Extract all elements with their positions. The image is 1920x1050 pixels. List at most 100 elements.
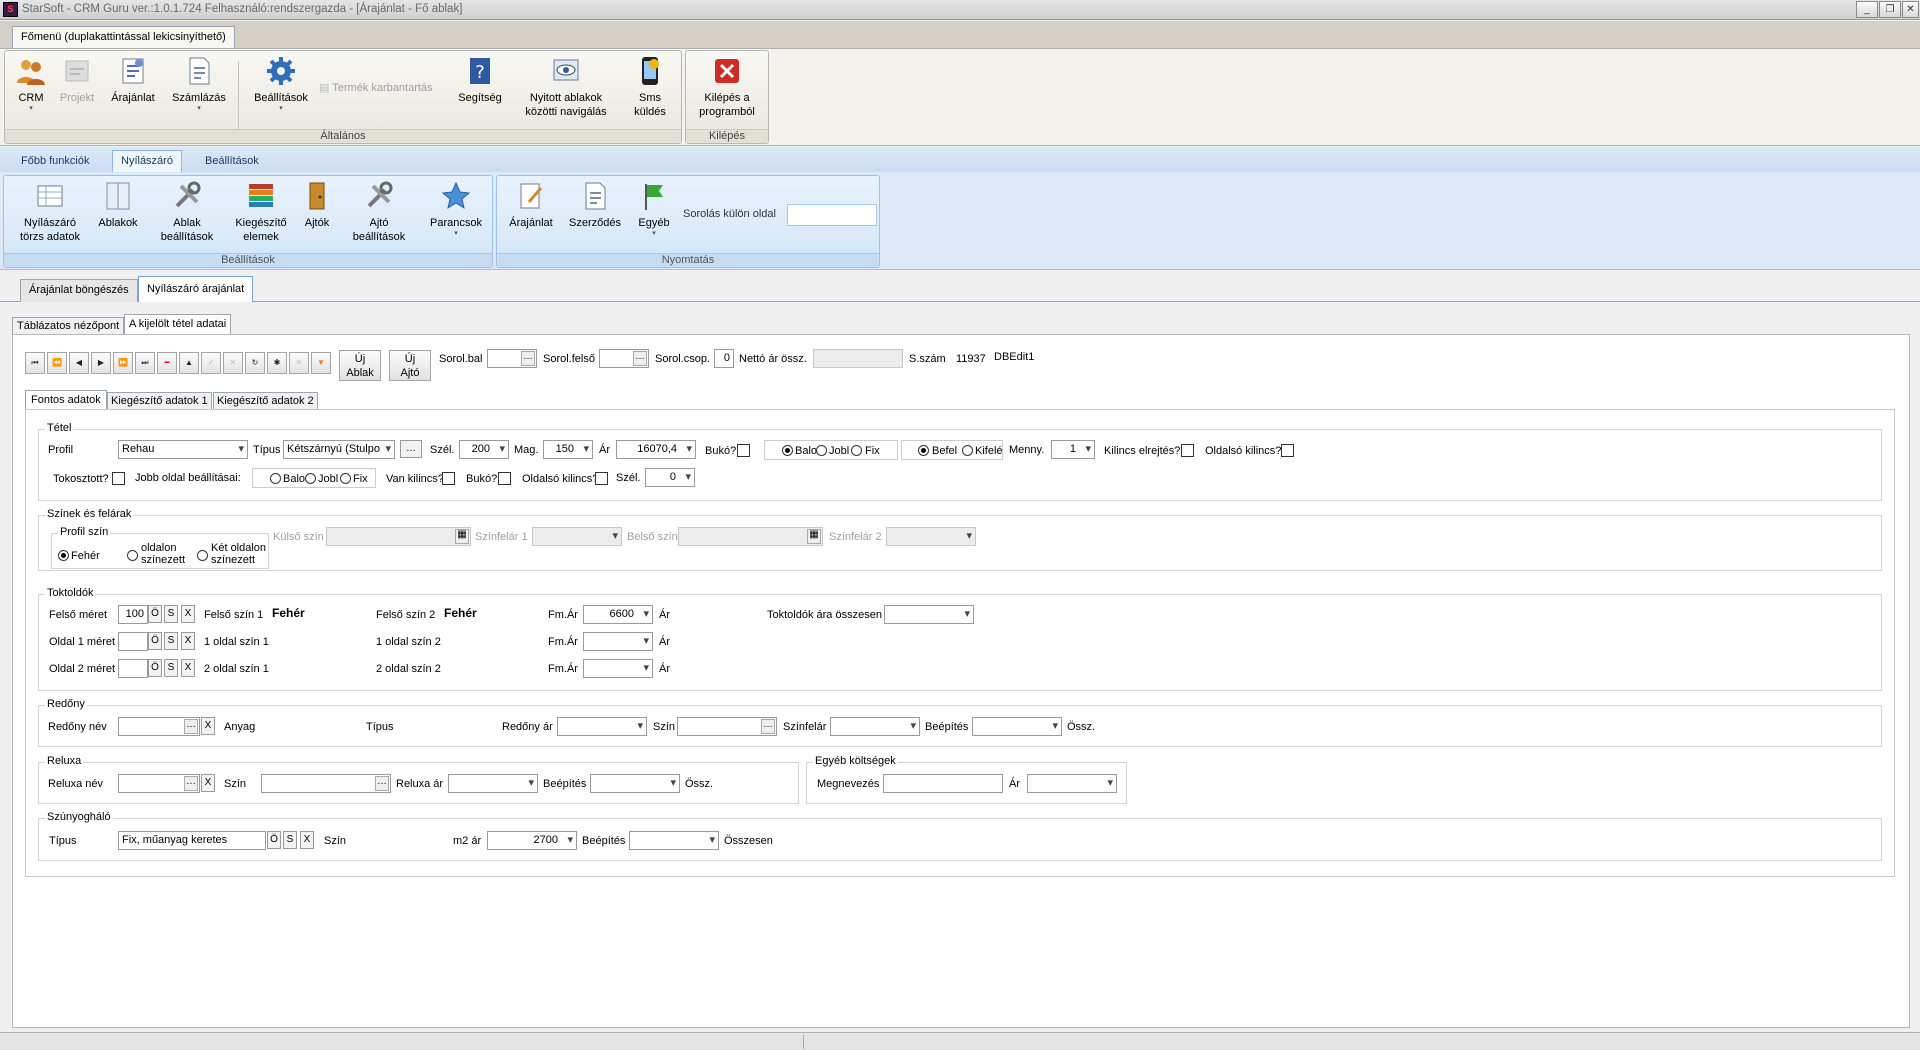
ellipsis-icon[interactable]: … bbox=[633, 351, 647, 366]
sorol-bal-input[interactable]: … bbox=[487, 349, 537, 368]
apply-all-icon[interactable]: ✳ bbox=[289, 352, 309, 374]
print-arajanlat-button[interactable]: Árajánlat bbox=[503, 180, 559, 230]
jobb2-radio[interactable] bbox=[305, 473, 316, 484]
szunyog-tipus-input[interactable]: Fix, műanyag keretes bbox=[118, 831, 266, 850]
next-icon[interactable]: ▶ bbox=[91, 352, 111, 374]
cancel-icon[interactable]: ✕ bbox=[223, 352, 243, 374]
toktoldok-osszesen-select[interactable] bbox=[884, 605, 974, 624]
ellipsis-icon[interactable]: … bbox=[184, 719, 198, 734]
felso-fmar-select[interactable]: 6600 bbox=[583, 605, 653, 624]
filter-icon[interactable]: ▼ bbox=[311, 352, 331, 374]
tab-main-functions[interactable]: Főbb funkciók bbox=[12, 150, 98, 172]
fix-radio[interactable] bbox=[851, 445, 862, 456]
oldal1-s-button[interactable]: S bbox=[164, 632, 178, 650]
ar-select[interactable]: 16070,4 bbox=[616, 440, 696, 459]
ket-oldalon-radio[interactable] bbox=[197, 550, 208, 561]
prior-page-icon[interactable]: ⏪ bbox=[47, 352, 67, 374]
kilincs-elrejtes-checkbox[interactable] bbox=[1181, 444, 1194, 457]
szunyog-x-button[interactable]: X bbox=[300, 831, 314, 849]
prior-icon[interactable]: ◀ bbox=[69, 352, 89, 374]
feher-radio[interactable] bbox=[58, 550, 69, 561]
oldal1-x-button[interactable]: X bbox=[181, 632, 195, 650]
tab-quote-browse[interactable]: Árajánlat böngészés bbox=[20, 279, 138, 302]
reluxa-beepites-select[interactable] bbox=[590, 774, 680, 793]
kiegeszito-elemek-button[interactable]: Kiegészítő elemek bbox=[230, 180, 292, 244]
tab-table-view[interactable]: Táblázatos nézőpont bbox=[12, 317, 125, 335]
oldal2-o-button[interactable]: Ö bbox=[148, 659, 162, 677]
jobb-radio[interactable] bbox=[816, 445, 827, 456]
refresh-icon[interactable]: ↻ bbox=[245, 352, 265, 374]
nyilaszaro-torzs-button[interactable]: Nyílászáró törzs adatok bbox=[10, 180, 90, 244]
arajanlat-button[interactable]: Árajánlat bbox=[107, 55, 159, 105]
szunyog-s-button[interactable]: S bbox=[283, 831, 297, 849]
reluxa-nev-input[interactable]: … bbox=[118, 774, 200, 793]
oldal1-o-button[interactable]: Ö bbox=[148, 632, 162, 650]
tab-nyilaszaro[interactable]: Nyílászáró bbox=[112, 150, 182, 172]
crm-button[interactable]: CRM ▾ bbox=[11, 55, 51, 113]
exit-program-button[interactable]: Kilépés a programból bbox=[688, 55, 766, 119]
window-navigation-button[interactable]: Nyitott ablakok közötti navigálás bbox=[513, 55, 619, 119]
tab-extra-data-2[interactable]: Kiegészítő adatok 2 bbox=[213, 392, 318, 410]
sorol-csop-input[interactable]: 0 bbox=[714, 349, 734, 368]
szel-select[interactable]: 200 bbox=[459, 440, 509, 459]
ellipsis-icon[interactable]: … bbox=[761, 719, 775, 734]
van-kilincs-checkbox[interactable] bbox=[442, 472, 455, 485]
megnevezes-input[interactable] bbox=[883, 774, 1003, 793]
befele-radio[interactable] bbox=[918, 445, 929, 456]
beallitasok-button[interactable]: Beállítások ▾ bbox=[249, 55, 313, 113]
ajtok-button[interactable]: Ajtók bbox=[298, 180, 336, 230]
tab-window-quote[interactable]: Nyílászáró árajánlat bbox=[138, 276, 254, 302]
oldal1-fmar-select[interactable] bbox=[583, 632, 653, 651]
reluxa-szin-input[interactable]: … bbox=[261, 774, 391, 793]
profil-select[interactable]: Rehau bbox=[118, 440, 248, 459]
redony-szinfelar-select[interactable] bbox=[830, 717, 920, 736]
sorol-felso-input[interactable]: … bbox=[599, 349, 649, 368]
maximize-button[interactable]: ❐ bbox=[1879, 1, 1901, 18]
felso-meret-input[interactable]: 100 bbox=[118, 605, 148, 624]
szunyog-beepites-select[interactable] bbox=[629, 831, 719, 850]
delete-icon[interactable]: ━ bbox=[157, 352, 177, 374]
tokosztott-checkbox[interactable] bbox=[112, 472, 125, 485]
next-page-icon[interactable]: ⏩ bbox=[113, 352, 133, 374]
sorolas-input[interactable] bbox=[787, 204, 877, 226]
menny-select[interactable]: 1 bbox=[1051, 440, 1095, 459]
oldalso-kilincs-checkbox[interactable] bbox=[1281, 444, 1294, 457]
felso-o-button[interactable]: Ö bbox=[148, 605, 162, 623]
tipus-select[interactable]: Kétszárnyú (Stulpo bbox=[283, 440, 395, 459]
new-door-button[interactable]: Új Ajtó bbox=[389, 350, 431, 381]
insert-icon[interactable]: ▲ bbox=[179, 352, 199, 374]
felso-x-button[interactable]: X bbox=[181, 605, 195, 623]
felso-s-button[interactable]: S bbox=[164, 605, 178, 623]
ellipsis-icon[interactable]: … bbox=[375, 776, 389, 791]
last-icon[interactable]: ⏭ bbox=[135, 352, 155, 374]
new-window-button[interactable]: Új Ablak bbox=[339, 350, 381, 381]
szamlazas-button[interactable]: Számlázás ▾ bbox=[171, 55, 227, 113]
oldal2-meret-input[interactable] bbox=[118, 659, 148, 678]
oldalon-radio[interactable] bbox=[127, 550, 138, 561]
ellipsis-icon[interactable]: … bbox=[521, 351, 535, 366]
reluxa-ar-select[interactable] bbox=[448, 774, 538, 793]
ablakok-button[interactable]: Ablakok bbox=[92, 180, 144, 230]
reluxa-clear-button[interactable]: X bbox=[201, 774, 215, 792]
tab-important-data[interactable]: Fontos adatok bbox=[25, 390, 107, 410]
redony-szin-input[interactable]: … bbox=[677, 717, 777, 736]
tab-settings[interactable]: Beállítások bbox=[196, 150, 268, 172]
apply-icon[interactable]: ✱ bbox=[267, 352, 287, 374]
close-window-button[interactable]: ✕ bbox=[1902, 1, 1919, 18]
oldalso2-checkbox[interactable] bbox=[595, 472, 608, 485]
oldal2-x-button[interactable]: X bbox=[181, 659, 195, 677]
buko2-checkbox[interactable] bbox=[498, 472, 511, 485]
fix2-radio[interactable] bbox=[340, 473, 351, 484]
tab-extra-data-1[interactable]: Kiegészítő adatok 1 bbox=[107, 392, 212, 410]
redony-beepites-select[interactable] bbox=[972, 717, 1062, 736]
szel2-select[interactable]: 0 bbox=[645, 468, 695, 487]
redony-ar-select[interactable] bbox=[557, 717, 647, 736]
oldal2-fmar-select[interactable] bbox=[583, 659, 653, 678]
ablak-beallitasok-button[interactable]: Ablak beállítások bbox=[152, 180, 222, 244]
buko-checkbox[interactable] bbox=[737, 444, 750, 457]
sms-button[interactable]: Sms küldés bbox=[625, 55, 675, 119]
redony-clear-button[interactable]: X bbox=[201, 717, 215, 735]
mag-select[interactable]: 150 bbox=[543, 440, 593, 459]
tab-main-menu[interactable]: Főmenü (duplakattintással lekicsinyíthet… bbox=[12, 26, 235, 48]
egyeb-ar-select[interactable] bbox=[1027, 774, 1117, 793]
